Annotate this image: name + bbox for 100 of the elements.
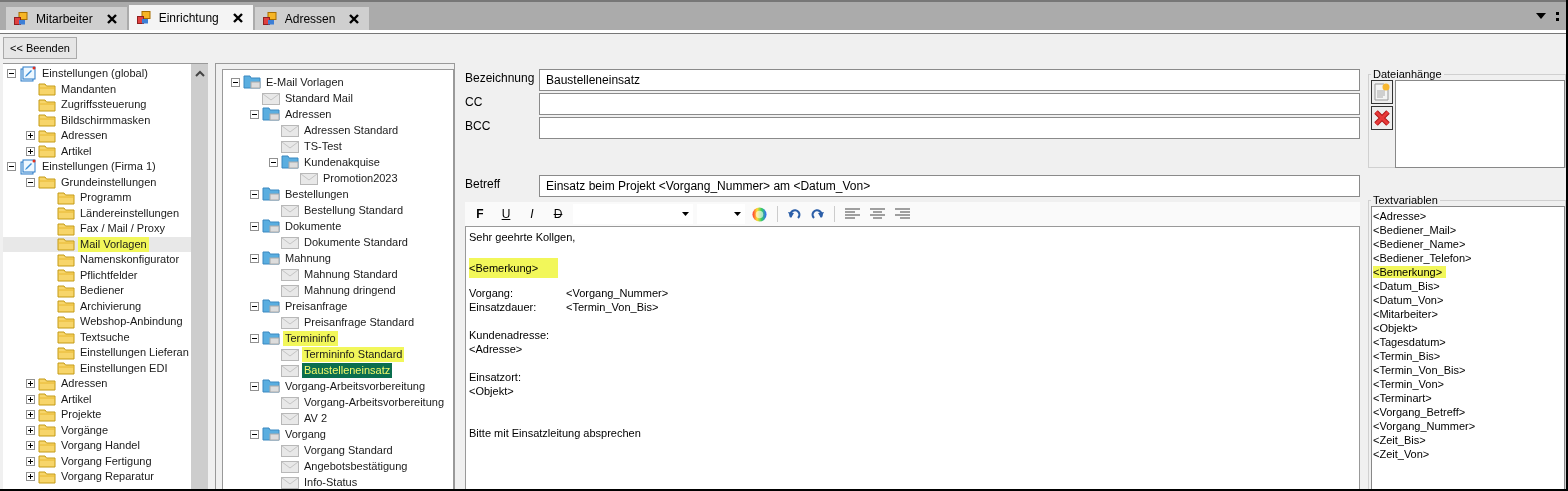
tree-item[interactable]: Adressen <box>59 128 110 144</box>
tree-item[interactable]: Info-Status <box>302 474 360 489</box>
tab[interactable]: Adressen <box>254 7 370 30</box>
dropdown-arrow-icon[interactable] <box>1536 13 1546 19</box>
tree-item[interactable]: Bildschirmmasken <box>59 112 153 128</box>
text-field[interactable] <box>539 117 1360 139</box>
tree-item[interactable]: Ländereinstellungen <box>78 205 182 221</box>
collapse-icon[interactable] <box>269 157 281 167</box>
expand-icon[interactable] <box>26 472 38 482</box>
italic-button[interactable]: I <box>521 207 543 221</box>
collapse-icon[interactable] <box>250 109 262 119</box>
tree-item[interactable]: Pflichtfelder <box>78 267 140 283</box>
text-editor[interactable]: Sehr geehrte Kollgen, <Bemerkung> Vorgang: <Vorgang_Nummer> Einsatzdauer: <Termin_Von_Bis> Kundenadresse: <Adresse> Einsatzort: <Objekt> Bitte mit Einsatzleitung absprechen <box>465 226 1360 489</box>
tree-item[interactable]: Artikel <box>59 143 94 159</box>
tree-item[interactable]: Preisanfrage Standard <box>302 314 417 330</box>
list-item[interactable]: <Termin_Von> <box>1373 378 1448 390</box>
tab[interactable]: Mitarbeiter <box>6 7 127 30</box>
collapse-icon[interactable] <box>7 69 19 79</box>
tree-item[interactable]: Mahnung dringend <box>302 282 398 298</box>
list-item[interactable]: <Bemerkung> <box>1373 266 1447 278</box>
tree-item[interactable]: Mail Vorlagen <box>78 236 149 252</box>
tree-item[interactable]: Einstellungen (Firma 1) <box>40 159 158 175</box>
scrollbar[interactable] <box>191 64 208 489</box>
tree-item[interactable]: Vorgang-Arbeitsvorbereitung <box>302 394 447 410</box>
expand-icon[interactable] <box>26 425 38 435</box>
list-item[interactable]: <Zeit_Von> <box>1373 448 1434 460</box>
list-item[interactable]: <Vorgang_Nummer> <box>1373 420 1480 432</box>
list-item[interactable]: <Mitarbeiter> <box>1373 308 1442 320</box>
undo-icon[interactable] <box>788 208 801 220</box>
scroll-up-icon[interactable] <box>194 70 205 77</box>
collapse-icon[interactable] <box>231 77 243 87</box>
add-attachment-button[interactable] <box>1371 80 1393 104</box>
tree-item[interactable]: Projekte <box>59 407 104 423</box>
tree-item[interactable]: Archivierung <box>78 298 144 314</box>
tree-item[interactable]: Einstellungen EDI <box>78 360 170 376</box>
collapse-icon[interactable] <box>26 177 38 187</box>
collapse-icon[interactable] <box>250 429 262 439</box>
expand-icon[interactable] <box>26 379 38 389</box>
tree-item[interactable]: AV 2 <box>302 410 330 426</box>
tree-item[interactable]: Programm <box>78 190 134 206</box>
collapse-icon[interactable] <box>7 162 19 172</box>
list-item[interactable]: <Termin_Bis> <box>1373 350 1445 362</box>
subject-field[interactable]: Einsatz beim Projekt <Vorgang_Nummer> am <Datum_Von> <box>539 175 1360 197</box>
tree-item[interactable]: Artikel <box>59 391 94 407</box>
color-wheel-icon[interactable] <box>752 206 767 222</box>
text-field[interactable]: Baustelleneinsatz <box>539 69 1360 91</box>
tree-item[interactable]: Adressen <box>283 106 334 122</box>
caret-icon[interactable] <box>734 212 741 216</box>
tree-item[interactable]: Einstellungen Lieferan <box>78 345 191 361</box>
tree-item[interactable]: Termininfo Standard <box>302 346 405 362</box>
tree-item[interactable]: Namenskonfigurator <box>78 252 182 268</box>
collapse-icon[interactable] <box>250 221 262 231</box>
list-item[interactable]: <Terminart> <box>1373 392 1436 404</box>
tree-item[interactable]: Bediener <box>78 283 127 299</box>
tree-item[interactable]: Vorgang Fertigung <box>59 453 154 469</box>
list-item[interactable]: <Vorgang_Betreff> <box>1373 406 1470 418</box>
tree-item[interactable]: Angebotsbestätigung <box>302 458 410 474</box>
tree-item[interactable]: Bestellung Standard <box>302 202 406 218</box>
tree-item[interactable]: Kundenakquise <box>302 154 382 170</box>
tree-item[interactable]: Vorgang Reparatur <box>59 469 156 485</box>
expand-icon[interactable] <box>26 394 38 404</box>
expand-icon[interactable] <box>26 146 38 156</box>
tree-item[interactable]: Adressen <box>59 376 110 392</box>
tree-item[interactable]: Zugriffssteuerung <box>59 97 149 113</box>
tree-item[interactable]: Dokumente Standard <box>302 234 410 250</box>
expand-icon[interactable] <box>26 441 38 451</box>
tree-item[interactable]: Vorgänge <box>59 422 111 438</box>
tree-item[interactable]: Termininfo <box>283 330 338 346</box>
list-item[interactable]: <Bediener_Telefon> <box>1373 252 1476 264</box>
tree-item[interactable]: Mandanten <box>59 81 119 97</box>
list-item[interactable]: <Tagesdatum> <box>1373 336 1450 348</box>
tree-item[interactable]: Dokumente <box>283 218 344 234</box>
close-icon[interactable] <box>349 13 360 24</box>
tree-item[interactable]: Promotion2023 <box>321 170 400 186</box>
list-item[interactable]: <Termin_Von_Bis> <box>1373 364 1470 376</box>
tree-item[interactable]: TS-Test <box>302 138 344 154</box>
close-icon[interactable] <box>106 13 117 24</box>
delete-attachment-button[interactable] <box>1371 106 1393 130</box>
tree-item[interactable]: Vorgang-Arbeitsvorbereitung <box>283 378 428 394</box>
bold-button[interactable]: F <box>469 207 491 221</box>
list-item[interactable]: <Bediener_Name> <box>1373 238 1470 250</box>
tree-item[interactable]: Vorgang Standard <box>302 442 395 458</box>
caret-icon[interactable] <box>682 212 689 216</box>
expand-icon[interactable] <box>26 131 38 141</box>
strikethrough-button[interactable]: D <box>547 207 569 221</box>
collapse-icon[interactable] <box>250 189 262 199</box>
tree-item[interactable]: Bestellungen <box>283 186 351 202</box>
collapse-icon[interactable] <box>250 253 262 263</box>
expand-icon[interactable] <box>26 456 38 466</box>
tree-item[interactable]: Grundeinstellungen <box>59 174 159 190</box>
tree-item[interactable]: Webshop-Anbindung <box>78 314 185 330</box>
redo-icon[interactable] <box>811 208 824 220</box>
tree-item[interactable]: Preisanfrage <box>283 298 350 314</box>
list-item[interactable]: <Zeit_Bis> <box>1373 434 1430 446</box>
tree-item[interactable]: Adressen Standard <box>302 122 401 138</box>
tree-item[interactable]: Vorgang <box>283 426 328 442</box>
tree-item[interactable]: Vorgang Handel <box>59 438 142 454</box>
collapse-icon[interactable] <box>250 301 262 311</box>
tree-item[interactable]: Fax / Mail / Proxy <box>78 221 167 237</box>
tree-item[interactable]: Textsuche <box>78 329 132 345</box>
